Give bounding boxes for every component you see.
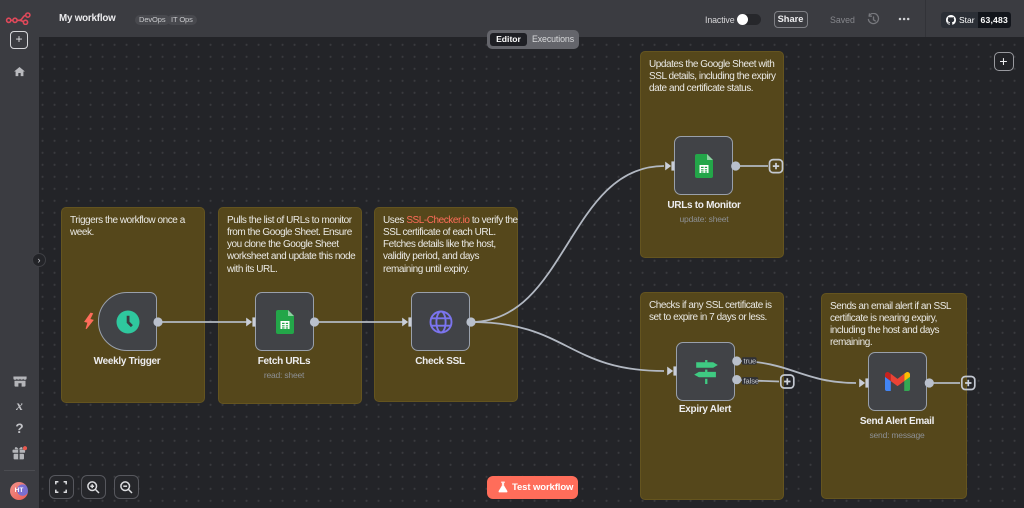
svg-text:true: true: [744, 356, 757, 365]
svg-text:false: false: [744, 376, 760, 385]
